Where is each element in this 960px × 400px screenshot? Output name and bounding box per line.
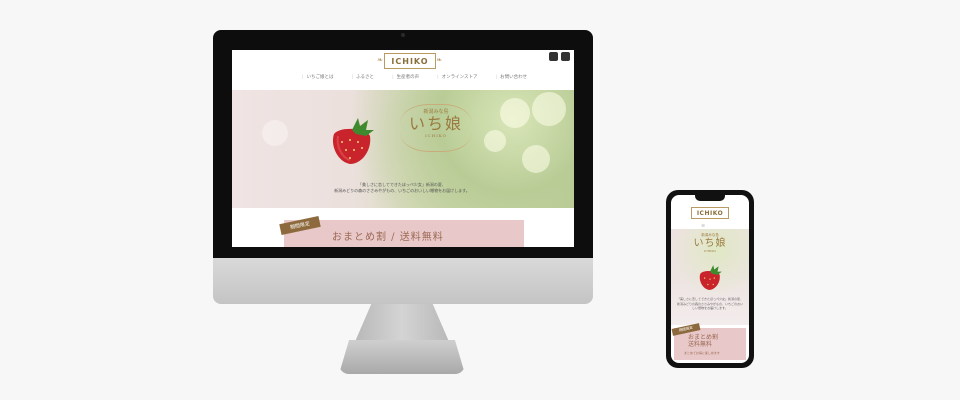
mobile-hero-caption: 「美しさに恋してできたほっぺ少女」新潟の夏、新潟みどりの森のささみやがもの、いち…: [677, 297, 744, 311]
monitor-stand-foot: [339, 340, 465, 374]
mobile-promo-banner[interactable]: 期間限定 おまとめ割 送料無料 まとめてお得に楽しめます: [671, 323, 746, 360]
main-nav: いちご娘とは ふるさと 生産者の声 オンラインストア お問い合わせ: [302, 74, 528, 80]
nav-item[interactable]: いちご娘とは: [302, 74, 334, 80]
nav-item[interactable]: お問い合わせ: [496, 74, 527, 80]
phone-notch: [695, 195, 725, 201]
smartphone: ICHIKO ≡ 新潟みな島 いち娘 ICHIKO 「美しさに恋してできたほっぺ…: [666, 190, 754, 368]
nav-item[interactable]: オンラインストア: [437, 74, 478, 80]
mobile-hero-title: いち娘: [693, 238, 727, 249]
bokeh-light: [262, 120, 288, 146]
hero-title-en: ICHIKO: [425, 133, 447, 138]
bokeh-light: [532, 92, 566, 126]
mobile-hero-title-en: ICHIKO: [704, 249, 716, 253]
nav-item[interactable]: 生産者の声: [392, 74, 420, 80]
mobile-hero: 新潟みな島 いち娘 ICHIKO 「美しさに恋してできたほっぺ少女」新潟の夏、新…: [671, 229, 749, 325]
strawberry-image: [332, 118, 374, 164]
mobile-promo-subtext: まとめてお得に楽しめます: [684, 351, 720, 355]
mobile-site-logo[interactable]: ICHIKO: [691, 207, 729, 219]
promo-ribbon: 期間限定: [279, 215, 321, 236]
monitor-bezel: ICHIKO いちご娘とは ふるさと 生産者の声 オンラインストア お問い合わせ: [213, 30, 593, 258]
camera-dot: [401, 33, 405, 37]
social-links: [549, 52, 570, 61]
hero-title: いち娘: [408, 114, 463, 133]
desktop-monitor: ICHIKO いちご娘とは ふるさと 生産者の声 オンラインストア お問い合わせ: [213, 30, 593, 375]
mobile-strawberry-image: [699, 265, 722, 290]
instagram-icon[interactable]: [549, 52, 558, 61]
mobile-hero-title-block: 新潟みな島 いち娘 ICHIKO: [691, 233, 729, 253]
hero-caption: 「美しさに恋してできたほっぺ少女」新潟の夏、 新潟みどりの森のささみやがもの、い…: [292, 182, 512, 194]
mobile-promo-line: おまとめ割: [688, 334, 719, 341]
bokeh-light: [484, 130, 506, 152]
device-mockup-stage: ICHIKO いちご娘とは ふるさと 生産者の声 オンラインストア お問い合わせ: [0, 0, 960, 400]
promo-banner-text: おまとめ割 / 送料無料: [332, 232, 444, 243]
site-header: ICHIKO いちご娘とは ふるさと 生産者の声 オンラインストア お問い合わせ: [232, 50, 574, 90]
mobile-screen: ICHIKO ≡ 新潟みな島 いち娘 ICHIKO 「美しさに恋してできたほっぺ…: [671, 195, 749, 363]
bokeh-light: [522, 145, 550, 173]
site-logo[interactable]: ICHIKO: [377, 53, 443, 69]
hero-banner: 新潟みな島 いち娘 ICHIKO 「美しさに恋してできたほっぺ少女」新潟の夏、 …: [232, 90, 574, 208]
promo-banner[interactable]: 期間限定 おまとめ割 / 送料無料: [279, 215, 524, 247]
monitor-stand-neck: [354, 304, 450, 344]
hero-title-block: 新潟みな島 いち娘 ICHIKO: [404, 108, 468, 138]
mobile-promo-line: 送料無料: [688, 341, 713, 348]
monitor-chin: [213, 258, 593, 304]
mobile-promo-text: おまとめ割 送料無料: [688, 334, 718, 348]
nav-item[interactable]: ふるさと: [352, 74, 374, 80]
bokeh-light: [500, 98, 530, 128]
facebook-icon[interactable]: [561, 52, 570, 61]
desktop-screen: ICHIKO いちご娘とは ふるさと 生産者の声 オンラインストア お問い合わせ: [232, 50, 574, 247]
hero-caption-line: 新潟みどりの森のささみやがもの、いちごのおいしい贈物をお届けします。: [334, 188, 470, 193]
